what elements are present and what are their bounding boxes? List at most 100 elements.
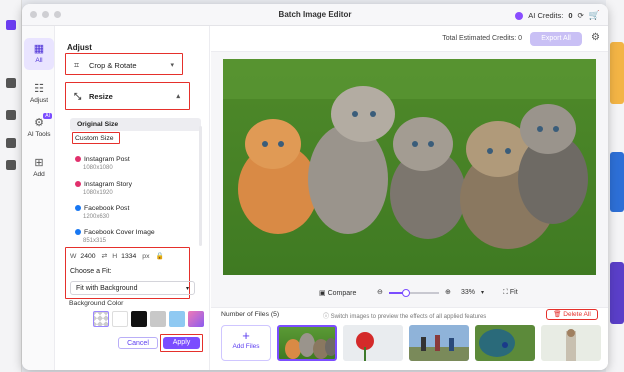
tool-adjust-label: Adjust bbox=[29, 97, 49, 104]
size-option-instagram-post[interactable]: Instagram Post 1080x1080 bbox=[70, 156, 201, 171]
swatch-white[interactable] bbox=[112, 311, 128, 327]
ai-badge: AI bbox=[43, 113, 52, 119]
zoom-level[interactable]: 33% bbox=[461, 289, 475, 296]
zoom-toolbar: ▣ Compare ⊖ ⊕ 33% ▾ ⛶ Fit bbox=[211, 285, 608, 303]
zoom-out-icon[interactable]: ⊖ bbox=[377, 288, 383, 296]
bg-icon bbox=[6, 160, 16, 170]
files-strip: Number of Files (5) ⓘ Switch images to p… bbox=[211, 307, 608, 370]
swatch-black[interactable] bbox=[131, 311, 147, 327]
grid-icon: ▦ bbox=[33, 43, 45, 55]
thumbnail-image bbox=[343, 325, 403, 361]
resize-label: Resize bbox=[89, 91, 113, 101]
refresh-icon[interactable]: ⟳ bbox=[577, 11, 583, 20]
add-files-label: Add Files bbox=[232, 343, 260, 350]
highlight-custom-size bbox=[72, 132, 120, 144]
preview-header: Total Estimated Credits: 0 Export All ⚙ bbox=[211, 26, 608, 52]
chevron-down-icon: ▾ bbox=[170, 62, 174, 69]
resize-section[interactable]: ⤡ Resize ▴ bbox=[68, 88, 186, 104]
ai-credits-label: AI Credits: bbox=[528, 11, 564, 20]
plus-icon: ⊞ bbox=[34, 157, 44, 169]
preview-area: Total Estimated Credits: 0 Export All ⚙ bbox=[211, 26, 608, 370]
estimated-credits-value: 0 bbox=[518, 35, 522, 42]
swatch-gray[interactable] bbox=[150, 311, 166, 327]
size-option-dimensions: 1200x630 bbox=[83, 214, 110, 220]
tool-add[interactable]: ⊞ Add bbox=[24, 154, 54, 184]
preview-image bbox=[223, 59, 596, 275]
background-color-label: Background Color bbox=[69, 300, 124, 307]
size-option-original[interactable]: Original Size bbox=[70, 118, 201, 131]
zoom-slider[interactable] bbox=[389, 289, 439, 297]
width-input[interactable]: 2400 bbox=[80, 253, 95, 260]
bg-icon bbox=[6, 110, 16, 120]
size-option-facebook-cover[interactable]: Facebook Cover Image 851x315 bbox=[70, 229, 201, 244]
bg-card bbox=[610, 152, 624, 212]
size-option-facebook-post[interactable]: Facebook Post 1200x630 bbox=[70, 205, 201, 220]
panel-title: Adjust bbox=[67, 43, 92, 52]
tool-rail: ▦ All ☷ Adjust AI ⚙ AI Tools ⊞ Add bbox=[22, 26, 55, 370]
zoom-slider-knob[interactable] bbox=[401, 289, 410, 297]
size-option-instagram-story[interactable]: Instagram Story 1080x1920 bbox=[70, 181, 201, 196]
file-count: Number of Files (5) bbox=[221, 311, 280, 318]
tool-ai-tools-label: AI Tools bbox=[27, 131, 51, 138]
swatch-blue[interactable] bbox=[169, 311, 185, 327]
swap-icon[interactable]: ⇄ bbox=[102, 252, 108, 260]
fit-button[interactable]: ⛶ Fit bbox=[503, 289, 518, 297]
dimension-inputs: W 2400 ⇄ H 1334 px 🔒 bbox=[70, 250, 195, 262]
size-option-label: Original Size bbox=[77, 121, 119, 128]
files-hint-text: Switch images to preview the effects of … bbox=[330, 314, 487, 320]
lock-icon[interactable]: 🔒 bbox=[155, 252, 163, 260]
cart-icon[interactable]: 🛒 bbox=[589, 10, 600, 21]
thumbnail-flower[interactable] bbox=[343, 325, 403, 361]
thumbnail-people[interactable] bbox=[409, 325, 469, 361]
tool-add-label: Add bbox=[33, 171, 45, 178]
width-label: W bbox=[70, 252, 77, 260]
export-all-button[interactable]: Export All bbox=[530, 32, 582, 46]
batch-editor-window: Batch Image Editor AI Credits: 0 ⟳ 🛒 ▦ A… bbox=[22, 4, 608, 370]
delete-all-label: Delete All bbox=[563, 311, 591, 318]
files-hint: ⓘ Switch images to preview the effects o… bbox=[323, 314, 487, 320]
credits-area: AI Credits: 0 ⟳ 🛒 bbox=[515, 10, 600, 21]
tool-ai-tools[interactable]: AI ⚙ AI Tools bbox=[24, 113, 54, 144]
swatch-transparent[interactable] bbox=[93, 311, 109, 327]
crop-rotate-section[interactable]: ⌗ Crop & Rotate ▾ bbox=[68, 57, 180, 73]
fit-select-value: Fit with Background bbox=[76, 285, 138, 292]
adjust-panel: Adjust ⌗ Crop & Rotate ▾ ⤡ Resize ▴ Orig… bbox=[56, 26, 210, 370]
compare-label: Compare bbox=[327, 290, 357, 297]
delete-all-button[interactable]: 🗑 Delete All bbox=[546, 309, 598, 320]
background-right-panel bbox=[606, 0, 624, 372]
crop-rotate-label: Crop & Rotate bbox=[89, 60, 137, 70]
thumbnail-image bbox=[285, 333, 335, 359]
tool-all-label: All bbox=[35, 57, 43, 64]
zoom-in-icon[interactable]: ⊕ bbox=[445, 288, 451, 296]
add-files-button[interactable]: + Add Files bbox=[221, 325, 271, 361]
height-input[interactable]: 1334 bbox=[121, 253, 136, 260]
size-option-label: Facebook Cover Image bbox=[84, 229, 155, 236]
cancel-button[interactable]: Cancel bbox=[118, 337, 158, 349]
facebook-icon bbox=[75, 205, 81, 211]
thumbnail-kittens[interactable] bbox=[277, 325, 337, 361]
resize-icon: ⤡ bbox=[74, 90, 82, 101]
apply-button[interactable]: Apply bbox=[163, 337, 200, 349]
size-option-dimensions: 851x315 bbox=[83, 238, 107, 244]
settings-icon[interactable]: ⚙ bbox=[591, 32, 600, 43]
compare-button[interactable]: ▣ Compare bbox=[319, 289, 356, 297]
panel-scrollbar[interactable] bbox=[199, 126, 202, 246]
ai-credits-value: 0 bbox=[568, 11, 573, 20]
sliders-icon: ☷ bbox=[34, 83, 44, 95]
bg-icon bbox=[6, 78, 16, 88]
swatch-custom[interactable] bbox=[188, 311, 204, 327]
size-option-dimensions: 1080x1920 bbox=[83, 190, 113, 196]
instagram-icon bbox=[75, 156, 81, 162]
crop-icon: ⌗ bbox=[74, 59, 80, 70]
size-option-dimensions: 1080x1080 bbox=[83, 165, 113, 171]
thumbnail-peacock[interactable] bbox=[475, 325, 535, 361]
chevron-down-icon: ▾ bbox=[481, 290, 485, 296]
thumbnail-person[interactable] bbox=[541, 325, 601, 361]
fit-select[interactable]: Fit with Background ▾ bbox=[70, 281, 195, 295]
fit-label: Choose a Fit: bbox=[70, 268, 112, 275]
tool-all[interactable]: ▦ All bbox=[24, 38, 54, 70]
tool-adjust[interactable]: ☷ Adjust bbox=[24, 80, 54, 110]
size-option-label: Instagram Story bbox=[84, 181, 132, 188]
ai-credits-icon bbox=[515, 11, 524, 20]
chevron-up-icon: ▴ bbox=[176, 93, 180, 100]
